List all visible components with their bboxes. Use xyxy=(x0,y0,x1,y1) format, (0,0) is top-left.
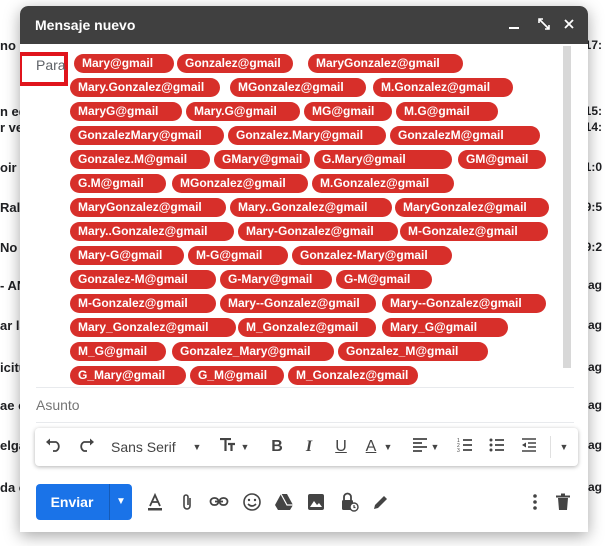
recipient-chip[interactable]: G-Mary@gmail xyxy=(220,270,332,289)
recipient-chip[interactable]: GonzalezMary@gmail xyxy=(70,126,224,145)
toolbar-divider xyxy=(550,436,551,458)
background-email-time: ag xyxy=(587,438,602,452)
recipient-chip[interactable]: M-Gonzalez@gmail xyxy=(70,294,216,313)
link-icon[interactable] xyxy=(208,492,230,514)
chevron-down-icon: ▼ xyxy=(430,442,440,452)
format-text-icon[interactable] xyxy=(144,492,166,514)
close-icon[interactable] xyxy=(559,15,579,35)
svg-text:3: 3 xyxy=(457,448,460,452)
more-formatting-icon[interactable]: ▼ xyxy=(557,437,571,457)
recipient-chip[interactable]: G_M@gmail xyxy=(190,366,284,385)
confidential-icon[interactable] xyxy=(338,492,360,514)
recipient-chip[interactable]: GMary@gmail xyxy=(214,150,310,169)
recipient-chip[interactable]: Mary..Gonzalez@gmail xyxy=(230,198,392,217)
recipient-chip[interactable]: M.G@gmail xyxy=(396,102,498,121)
recipient-chip[interactable]: Mary-G@gmail xyxy=(70,246,184,265)
numbered-list-icon[interactable]: 123 xyxy=(455,437,475,457)
emoji-icon[interactable] xyxy=(241,492,263,514)
recipient-chip[interactable]: M-Gonzalez@gmail xyxy=(400,222,548,241)
compose-window: Mensaje nuevo Para Mary@gmail Gonzalez@gm… xyxy=(20,6,588,532)
recipient-chip[interactable]: Gonzalez_Mary@gmail xyxy=(172,342,334,361)
expand-icon[interactable] xyxy=(534,15,554,35)
text-color-icon[interactable]: A xyxy=(361,437,381,457)
formatting-toolbar: Sans Serif ▼ ▼ B I U A ▼ ▼ 123 ▼ xyxy=(35,428,578,466)
chevron-down-icon: ▼ xyxy=(192,442,202,452)
font-family-select[interactable]: Sans Serif xyxy=(111,437,177,457)
recipient-chip[interactable]: Mary-Gonzalez@gmail xyxy=(238,222,398,241)
recipient-chip[interactable]: M.Gonzalez@gmail xyxy=(312,174,454,193)
align-icon[interactable] xyxy=(410,437,430,457)
more-options-icon[interactable] xyxy=(524,492,546,514)
indent-less-icon[interactable] xyxy=(519,437,539,457)
background-email-time: ag xyxy=(587,480,602,494)
recipient-chip[interactable]: Mary.Gonzalez@gmail xyxy=(70,78,220,97)
bulleted-list-icon[interactable] xyxy=(487,437,507,457)
recipient-chip[interactable]: G.M@gmail xyxy=(70,174,166,193)
trash-icon[interactable] xyxy=(552,492,574,514)
recipient-chip[interactable]: MGonzalez@gmail xyxy=(230,78,366,97)
recipient-chip[interactable]: MGonzalez@gmail xyxy=(172,174,308,193)
attach-icon[interactable] xyxy=(177,492,199,514)
recipient-chip[interactable]: MG@gmail xyxy=(304,102,392,121)
italic-icon[interactable]: I xyxy=(299,437,319,457)
separator xyxy=(36,422,574,423)
recipient-chip[interactable]: Gonzalez.M@gmail xyxy=(70,150,210,169)
recipient-chip[interactable]: M_G@gmail xyxy=(70,342,166,361)
drive-icon[interactable] xyxy=(273,492,295,514)
undo-icon[interactable] xyxy=(43,437,65,457)
recipient-chip[interactable]: M_Gonzalez@gmail xyxy=(238,318,376,337)
recipient-chip[interactable]: Gonzalez@gmail xyxy=(177,54,293,73)
recipient-chip[interactable]: Mary_Gonzalez@gmail xyxy=(70,318,236,337)
recipient-chip[interactable]: MaryGonzalez@gmail xyxy=(308,54,463,73)
signature-icon[interactable] xyxy=(370,492,392,514)
recipient-chip[interactable]: MaryG@gmail xyxy=(70,102,182,121)
recipient-chip[interactable]: MaryGonzalez@gmail xyxy=(70,198,226,217)
recipient-chip[interactable]: Gonzalez.Mary@gmail xyxy=(228,126,386,145)
background-email-time: ag xyxy=(587,360,602,374)
chevron-down-icon: ▼ xyxy=(240,442,250,452)
background-email-time: ag xyxy=(587,278,602,292)
send-button-label: Enviar xyxy=(50,494,94,510)
send-button[interactable]: Enviar ▼ xyxy=(36,484,132,520)
recipient-chip[interactable]: G-M@gmail xyxy=(336,270,432,289)
recipient-chip[interactable]: M-G@gmail xyxy=(188,246,288,265)
recipient-chip[interactable]: Mary_G@gmail xyxy=(382,318,508,337)
recipient-chip[interactable]: GonzalezM@gmail xyxy=(390,126,540,145)
compose-header: Mensaje nuevo xyxy=(20,6,588,44)
recipient-chip[interactable]: MaryGonzalez@gmail xyxy=(395,198,549,217)
recipient-chip[interactable]: M.Gonzalez@gmail xyxy=(373,78,513,97)
recipient-chip[interactable]: Mary@gmail xyxy=(74,54,174,73)
recipient-chip[interactable]: Mary--Gonzalez@gmail xyxy=(382,294,546,313)
redo-icon[interactable] xyxy=(75,437,97,457)
recipient-chip[interactable]: GM@gmail xyxy=(458,150,546,169)
subject-input[interactable]: Asunto xyxy=(36,397,80,413)
photo-icon[interactable] xyxy=(305,492,327,514)
recipient-chip[interactable]: G_Mary@gmail xyxy=(70,366,186,385)
recipient-chip[interactable]: M_Gonzalez@gmail xyxy=(288,366,418,385)
compose-title: Mensaje nuevo xyxy=(35,17,136,33)
recipient-chip[interactable]: Gonzalez-Mary@gmail xyxy=(292,246,452,265)
underline-icon[interactable]: U xyxy=(331,437,351,457)
background-email-time: ag xyxy=(587,318,602,332)
minimize-icon[interactable] xyxy=(504,15,524,35)
recipient-chip[interactable]: G.Mary@gmail xyxy=(314,150,452,169)
separator xyxy=(36,387,574,388)
recipient-chip[interactable]: Mary--Gonzalez@gmail xyxy=(220,294,376,313)
background-email-time: ag xyxy=(587,398,602,412)
recipient-chip[interactable]: Gonzalez_M@gmail xyxy=(338,342,488,361)
recipients-scrollbar[interactable] xyxy=(563,46,571,368)
bold-icon[interactable]: B xyxy=(267,437,287,457)
background-email-subject: Ral xyxy=(0,200,21,215)
recipient-chip[interactable]: Gonzalez-M@gmail xyxy=(70,270,216,289)
font-size-icon[interactable] xyxy=(218,437,240,457)
chevron-down-icon: ▼ xyxy=(383,442,393,452)
to-label: Para xyxy=(36,57,66,73)
recipient-chip[interactable]: Mary..Gonzalez@gmail xyxy=(70,222,234,241)
schedule-send-icon[interactable]: ▼ xyxy=(110,484,132,520)
recipient-chip[interactable]: Mary.G@gmail xyxy=(186,102,300,121)
